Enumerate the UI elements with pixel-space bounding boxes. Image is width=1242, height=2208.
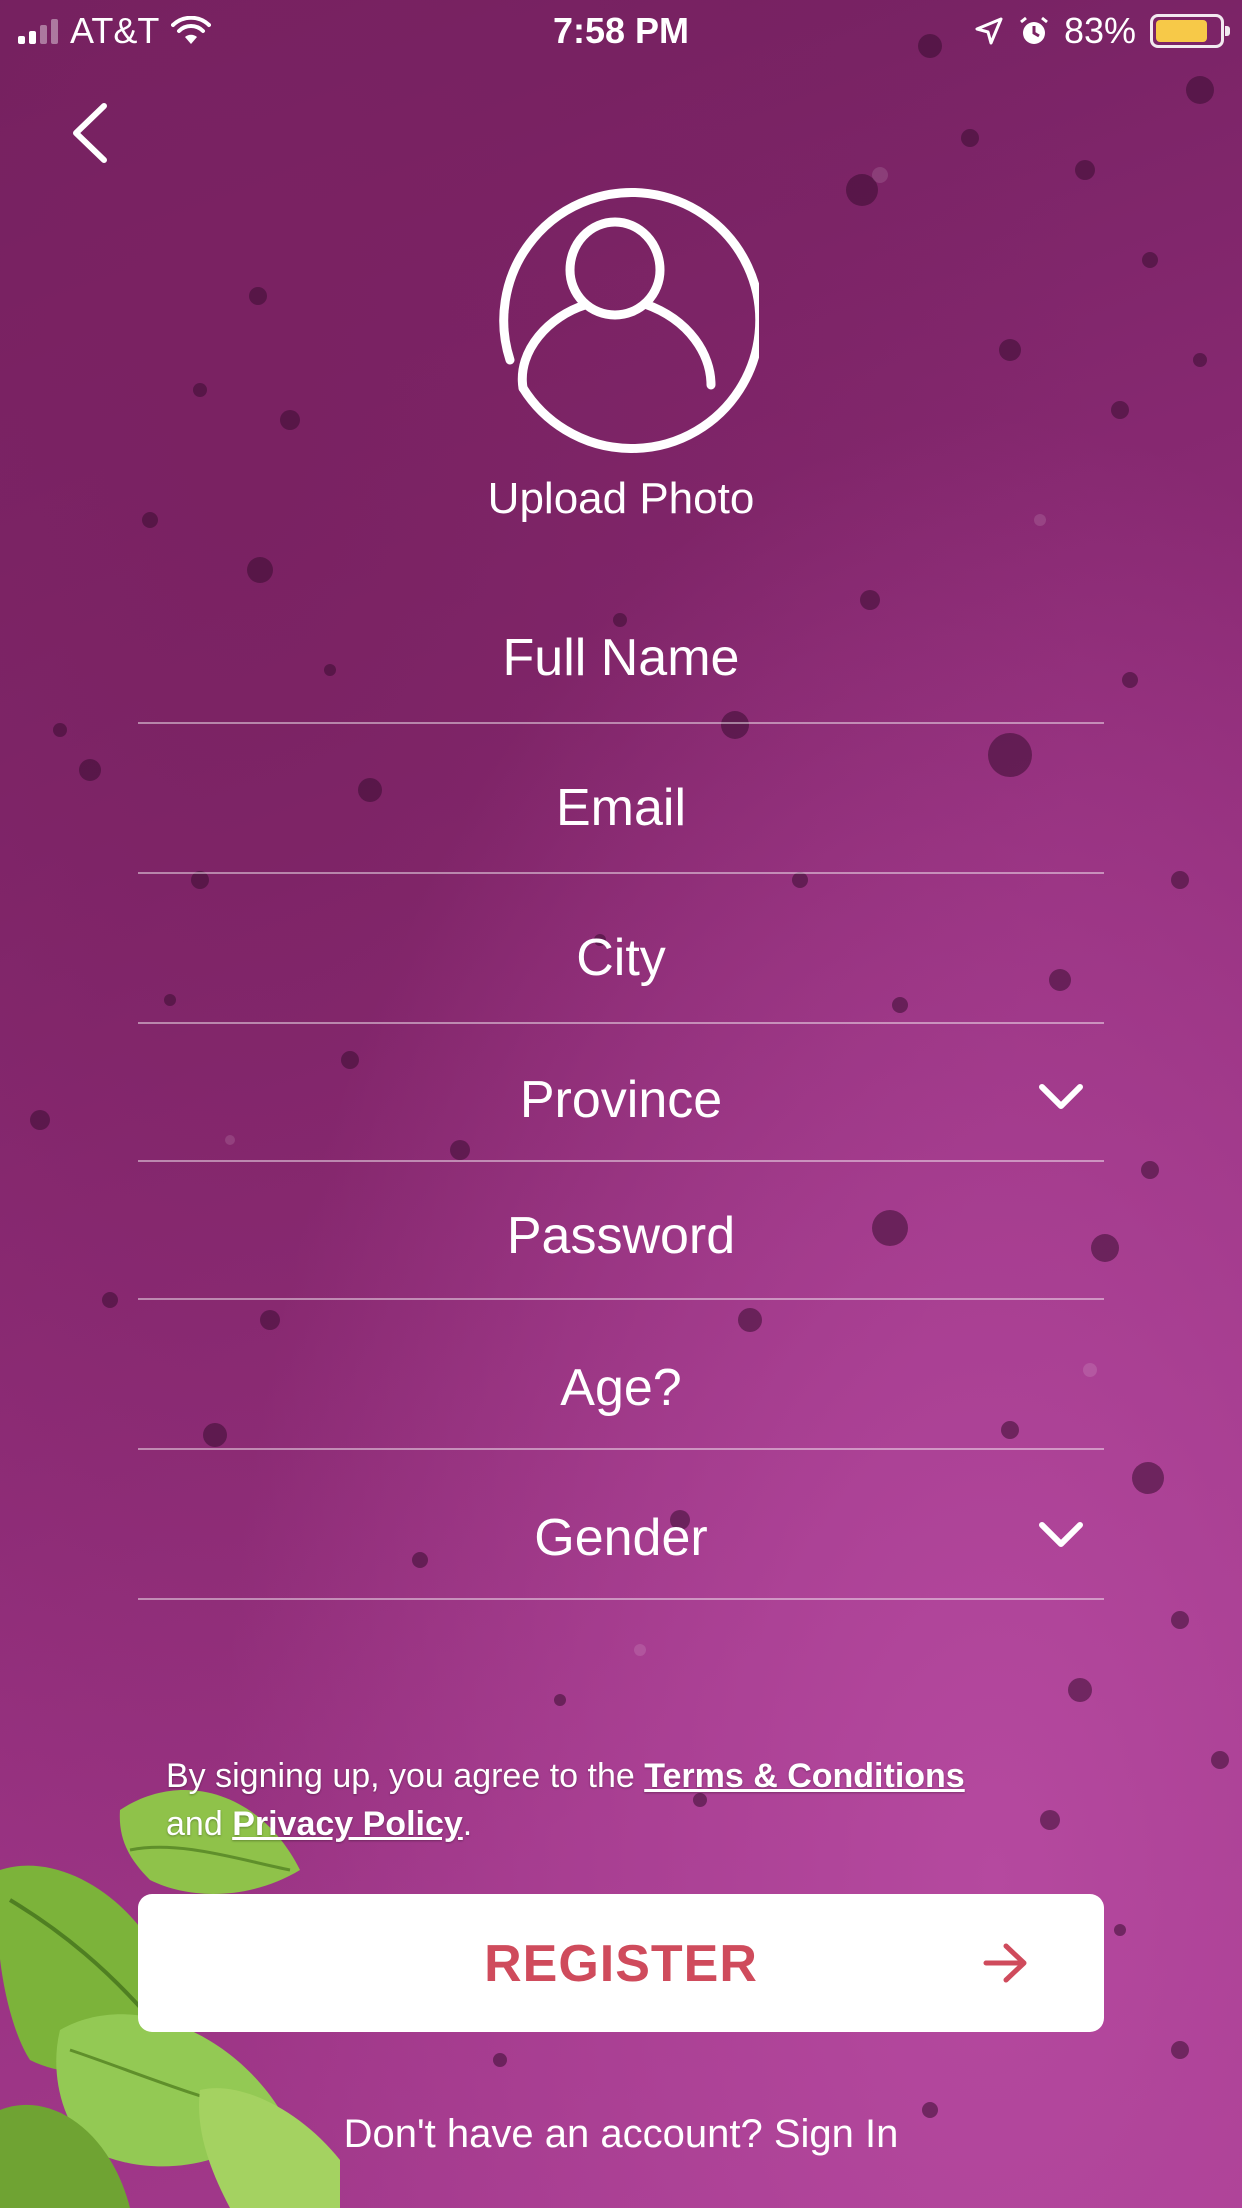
chevron-down-icon <box>1039 1522 1083 1547</box>
battery-icon <box>1150 14 1230 48</box>
full-name-label: Full Name <box>502 629 740 687</box>
terms-conditions-link[interactable]: Terms & Conditions <box>644 1757 965 1795</box>
upload-photo-label[interactable]: Upload Photo <box>0 474 1242 524</box>
email-field[interactable]: Email <box>138 764 1104 874</box>
terms-middle: and <box>166 1805 233 1843</box>
status-right: 83% <box>974 10 1230 52</box>
sign-in-link[interactable]: Don't have an account? Sign In <box>0 2112 1242 2157</box>
city-field[interactable]: City <box>138 914 1104 1024</box>
age-label: Age? <box>560 1359 682 1417</box>
province-select[interactable]: Province <box>138 1052 1104 1162</box>
user-circle-icon <box>499 187 759 453</box>
email-label: Email <box>555 779 687 837</box>
chevron-left-icon <box>73 103 107 163</box>
upload-photo-avatar[interactable] <box>485 180 759 454</box>
terms-prefix: By signing up, you agree to the <box>166 1757 645 1795</box>
terms-suffix: . <box>462 1805 473 1843</box>
alarm-icon <box>1020 16 1048 44</box>
gender-select[interactable]: Gender <box>138 1490 1104 1600</box>
terms-text: By signing up, you agree to the Terms & … <box>166 1752 1066 1848</box>
battery-level <box>1156 20 1208 42</box>
register-label: REGISTER <box>484 1935 758 1993</box>
province-label: Province <box>519 1071 723 1129</box>
gender-label: Gender <box>534 1509 708 1567</box>
privacy-policy-link[interactable]: Privacy Policy <box>232 1805 463 1843</box>
password-field[interactable]: Password <box>138 1190 1104 1300</box>
battery-percent: 83% <box>1063 10 1136 51</box>
back-button[interactable] <box>60 98 120 168</box>
password-label: Password <box>506 1207 736 1265</box>
status-bar: AT&T 7:58 PM 83% <box>0 0 1242 60</box>
full-name-field[interactable]: Full Name <box>138 614 1104 724</box>
chevron-down-icon <box>1039 1084 1083 1109</box>
age-field[interactable]: Age? <box>138 1340 1104 1450</box>
register-button[interactable]: REGISTER <box>138 1894 1104 2032</box>
arrow-right-icon <box>983 1943 1027 1983</box>
location-arrow-icon <box>975 17 1003 45</box>
city-label: City <box>576 929 666 987</box>
